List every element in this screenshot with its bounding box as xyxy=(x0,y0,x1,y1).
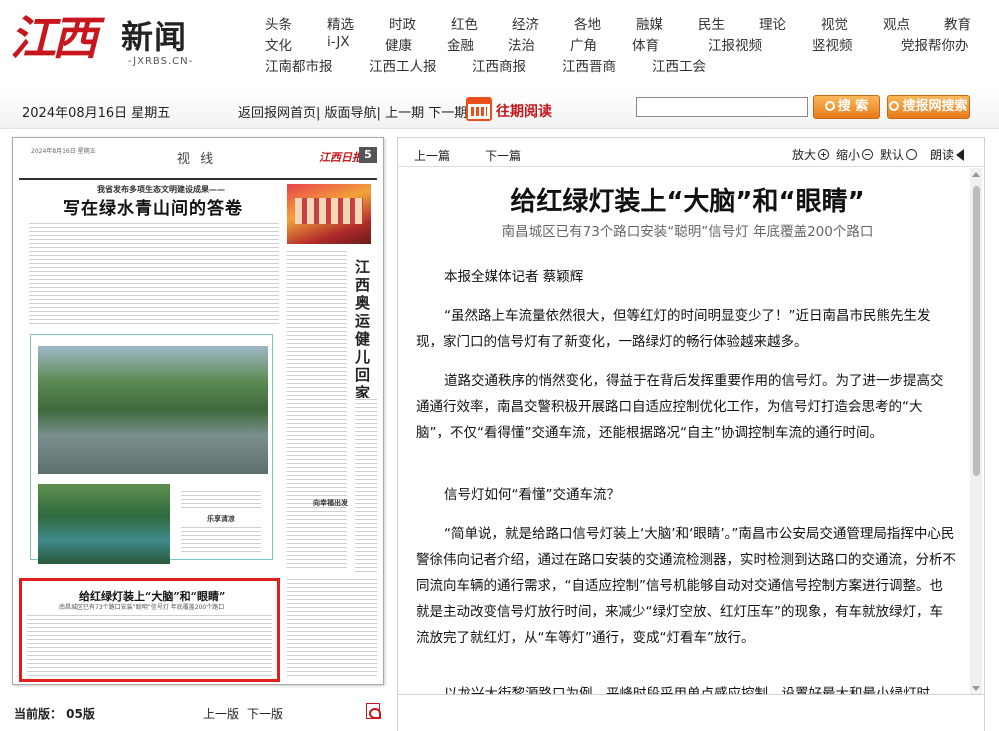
issue-date: 2024年08月16日 星期五 xyxy=(22,106,171,121)
nav-link-media[interactable]: 融媒 xyxy=(636,13,663,33)
article-byline: 本报全媒体记者 蔡颖辉 xyxy=(444,269,584,285)
nav-link-sports[interactable]: 体育 xyxy=(632,34,659,54)
search-input[interactable] xyxy=(636,97,808,117)
paper-date: 2024年8月16日 星期五 xyxy=(31,148,96,155)
nav-link-jinshang[interactable]: 江西晋商 xyxy=(562,55,616,75)
nav-link-union[interactable]: 江西工会 xyxy=(652,55,706,75)
paper-section: 视 线 xyxy=(177,152,217,167)
toolbar-links: 返回报网首页| 版面导航| 上一期 下一期| xyxy=(238,102,472,121)
nav-link-featured[interactable]: 精选 xyxy=(327,13,354,33)
search-button[interactable]: 搜 索 xyxy=(813,95,880,119)
scrollbar-thumb[interactable] xyxy=(973,186,980,476)
nav-link-jiangnan-daily[interactable]: 江南都市报 xyxy=(265,55,333,75)
read-aloud-button[interactable]: 朗读 xyxy=(930,146,965,163)
next-article-link[interactable]: 下一篇 xyxy=(485,147,521,164)
zoom-out-icon xyxy=(862,149,874,160)
article-paragraph: 以龙兴大街黎源路口为例，平峰时段采用单点感应控制，设置好最大和最小绿灯时 xyxy=(444,686,930,694)
article-body: 给红绿灯装上“大脑”和“眼睛” 南昌城区已有73个路口安装“聪明”信号灯 年底覆… xyxy=(410,170,965,694)
nav-link-livelihood[interactable]: 民生 xyxy=(698,13,725,33)
nav-link-workers-news[interactable]: 江西工人报 xyxy=(369,55,437,75)
archive-link[interactable]: 往期阅读 xyxy=(496,101,552,121)
paper-vertical-title[interactable]: 江西奥运健儿回家啦 xyxy=(355,258,373,420)
paper-text-block[interactable] xyxy=(355,398,377,573)
logo-calligraphy: 江西 xyxy=(10,11,98,65)
nav-link-education[interactable]: 教育 xyxy=(944,13,971,33)
search-icon xyxy=(889,101,900,111)
waterpark-photo[interactable] xyxy=(38,484,170,564)
nav-row-3: 江南都市报 江西工人报 江西商报 江西晋商 江西工会 xyxy=(265,55,999,76)
paper-header: 2024年8月16日 星期五 视 线 江西日报 5 xyxy=(19,144,377,180)
nav-link-culture[interactable]: 文化 xyxy=(265,34,292,54)
default-size-icon xyxy=(906,149,918,160)
next-page-link[interactable]: 下一版 xyxy=(247,705,283,722)
nav-link-business-news[interactable]: 江西商报 xyxy=(472,55,526,75)
nav-link-jxvideo[interactable]: 江报视频 xyxy=(708,34,762,54)
article-panel-divider xyxy=(397,694,985,695)
paper-text-block xyxy=(181,526,261,552)
nav-link-finance[interactable]: 金融 xyxy=(447,34,474,54)
photo-caption: 向幸福出发 xyxy=(313,499,348,507)
article-paragraph: “虽然路上车流量依然很大，但等红灯的时间明显变少了！”近日南昌市民熊先生发现，家… xyxy=(416,308,931,350)
nav-row-1: 头条 精选 时政 红色 经济 各地 融媒 民生 理论 视觉 观点 教育 xyxy=(265,13,999,34)
photo-caption: 乐享清凉 xyxy=(207,515,235,523)
nav-row-2: 文化 i-JX 健康 金融 法治 广角 体育 江报视频 竖视频 党报帮你办 xyxy=(265,34,999,55)
calendar-icon[interactable] xyxy=(466,97,492,121)
prev-issue-link[interactable]: 上一期 xyxy=(385,106,424,121)
main-nav: 头条 精选 时政 红色 经济 各地 融媒 民生 理论 视觉 观点 教育 文化 i… xyxy=(265,13,999,76)
river-rafting-photo[interactable] xyxy=(38,346,268,474)
scroll-down-icon[interactable] xyxy=(972,686,980,691)
pdf-download-icon[interactable] xyxy=(366,703,381,719)
paper-headline[interactable]: 写在绿水青山间的答卷 xyxy=(63,194,243,219)
current-page-label: 当前版： 05版 xyxy=(14,707,95,721)
nav-link-theory[interactable]: 理论 xyxy=(759,13,786,33)
paper-page-number: 5 xyxy=(359,147,377,163)
nav-link-vertical-video[interactable]: 竖视频 xyxy=(812,34,853,54)
newspaper-page-preview[interactable]: 2024年8月16日 星期五 视 线 江西日报 5 我省发布多项生态文明建设成果… xyxy=(12,137,384,685)
logo-domain: -JXRBS.CN- xyxy=(128,56,194,67)
nav-link-red[interactable]: 红色 xyxy=(451,13,478,33)
paper-text-block[interactable] xyxy=(287,250,347,570)
article-paragraph: 道路交通秩序的悄然变化，得益于在背后发挥重要作用的信号灯。为了进一步提高交通通行… xyxy=(416,373,944,441)
zoom-in-icon xyxy=(818,149,830,160)
layout-nav-link[interactable]: 版面导航| xyxy=(325,106,381,121)
paper-text-block[interactable] xyxy=(29,222,279,326)
nav-link-ijx[interactable]: i-JX xyxy=(327,34,350,50)
site-search-button[interactable]: 搜报网搜索 xyxy=(887,95,970,119)
nav-link-headline[interactable]: 头条 xyxy=(265,13,292,33)
nav-link-law[interactable]: 法治 xyxy=(508,34,535,54)
nav-link-politics[interactable]: 时政 xyxy=(389,13,416,33)
zoom-out-button[interactable]: 缩小 xyxy=(836,146,874,163)
paper-text-block xyxy=(181,490,261,510)
home-link[interactable]: 返回报网首页| xyxy=(238,106,320,121)
article-subtitle: 南昌城区已有73个路口安装“聪明”信号灯 年底覆盖200个路口 xyxy=(501,224,874,240)
nav-link-party-help[interactable]: 党报帮你办 xyxy=(901,34,969,54)
nav-link-visual[interactable]: 视觉 xyxy=(821,13,848,33)
nav-link-economy[interactable]: 经济 xyxy=(512,13,539,33)
paper-text-block[interactable] xyxy=(27,614,272,676)
olympic-athletes-photo[interactable] xyxy=(287,184,371,244)
default-size-button[interactable]: 默认 xyxy=(880,146,918,163)
nav-link-regions[interactable]: 各地 xyxy=(574,13,601,33)
paper-masthead: 江西日报 xyxy=(319,151,363,164)
article-paragraph: 信号灯如何“看懂”交通车流？ xyxy=(444,487,620,503)
zoom-in-button[interactable]: 放大 xyxy=(792,146,830,163)
nav-link-opinion[interactable]: 观点 xyxy=(883,13,910,33)
paper-article-subtitle: 南昌城区已有73个路口安装“聪明”信号灯 年底覆盖200个路口 xyxy=(59,604,225,611)
prev-article-link[interactable]: 上一篇 xyxy=(414,147,450,164)
speaker-icon xyxy=(956,149,965,161)
scroll-up-icon[interactable] xyxy=(972,172,980,177)
prev-page-link[interactable]: 上一版 xyxy=(203,705,239,722)
article-title: 给红绿灯装上“大脑”和“眼睛” xyxy=(510,187,865,217)
nav-link-health[interactable]: 健康 xyxy=(385,34,412,54)
paper-text-block[interactable] xyxy=(287,578,377,678)
site-logo[interactable]: 江西 新闻 -JXRBS.CN- xyxy=(8,2,218,74)
nav-link-wideangle[interactable]: 广角 xyxy=(570,34,597,54)
search-icon xyxy=(824,101,835,111)
logo-word: 新闻 xyxy=(121,18,188,56)
article-paragraph: “简单说，就是给路口信号灯装上‘大脑’和‘眼睛’。”南昌市公安局交通管理局指挥中… xyxy=(416,526,956,646)
